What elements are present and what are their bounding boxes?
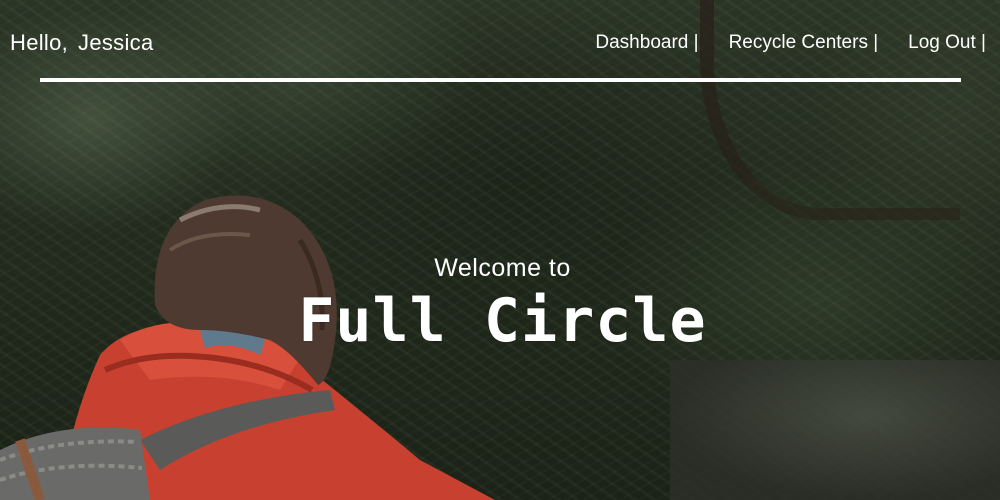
nav-divider bbox=[40, 78, 961, 82]
welcome-text: Welcome to bbox=[434, 254, 571, 282]
nav-links: Dashboard | Recycle Centers | Log Out | bbox=[595, 32, 986, 54]
brand-title: Full Circle bbox=[298, 286, 707, 356]
greeting-text: Hello, bbox=[10, 30, 69, 55]
user-greeting: Hello, Jessica bbox=[10, 30, 154, 56]
top-navigation: Hello, Jessica Dashboard | Recycle Center… bbox=[0, 0, 1000, 82]
mossy-rock bbox=[670, 360, 1000, 500]
nav-link-log-out[interactable]: Log Out | bbox=[908, 32, 986, 54]
nav-link-dashboard[interactable]: Dashboard | bbox=[595, 32, 698, 54]
nav-link-recycle-centers[interactable]: Recycle Centers | bbox=[729, 32, 879, 54]
user-name: Jessica bbox=[78, 30, 154, 55]
